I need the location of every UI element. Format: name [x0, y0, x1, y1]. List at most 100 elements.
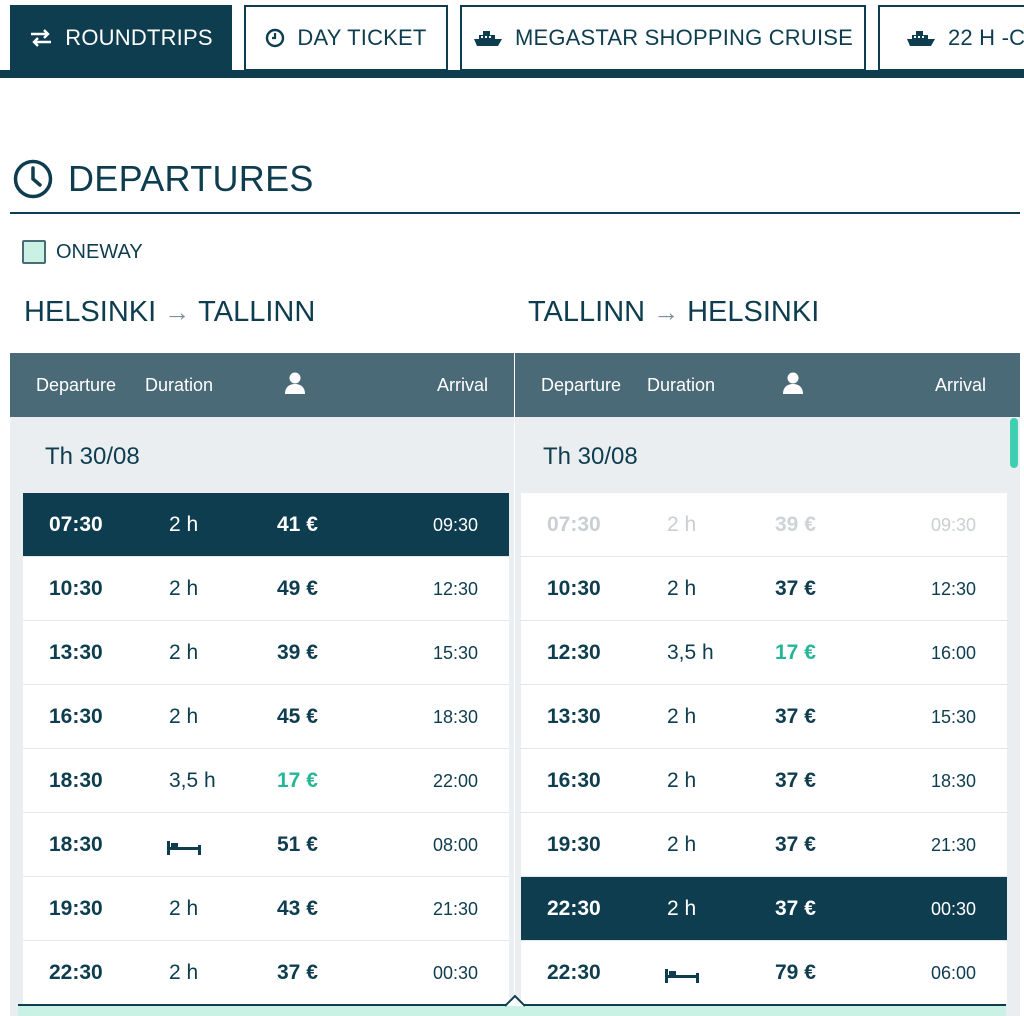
col-arrival: Arrival: [437, 375, 489, 395]
bed-icon: [665, 967, 699, 987]
arrival-time: 12:30: [931, 579, 977, 599]
price: 39 €: [775, 513, 816, 536]
departure-row[interactable]: 13:30 2 h 39 € 15:30: [23, 621, 509, 685]
price: 37 €: [277, 961, 318, 984]
col-duration: Duration: [145, 375, 214, 395]
duration: 2 h: [667, 897, 697, 920]
oneway-checkbox[interactable]: [22, 240, 46, 264]
departure-time: 22:30: [49, 961, 103, 984]
arrow-right-icon: →: [653, 297, 680, 327]
departure-time: 07:30: [49, 513, 103, 536]
duration: 3,5 h: [169, 769, 216, 792]
departure-row[interactable]: 10:30 2 h 37 € 12:30: [521, 557, 1007, 621]
arrival-time: 15:30: [433, 643, 479, 663]
scrollbar-thumb[interactable]: [1010, 418, 1018, 468]
departure-row[interactable]: 22:30 2 h 37 € 00:30: [521, 877, 1007, 941]
tab-22h-cruise[interactable]: 22 H -C: [878, 5, 1024, 71]
duration: 2 h: [169, 897, 199, 920]
duration: 2 h: [667, 833, 697, 856]
arrival-time: 00:30: [931, 899, 977, 919]
arrival-time: 09:30: [931, 515, 977, 535]
tab-megastar-shopping-cruise[interactable]: MEGASTAR SHOPPING CRUISE: [460, 5, 866, 71]
duration: 2 h: [169, 961, 199, 984]
price: 49 €: [277, 577, 318, 600]
swap-arrows-icon: [31, 29, 52, 47]
price: 37 €: [775, 833, 816, 856]
price: 43 €: [277, 897, 318, 920]
price: 45 €: [277, 705, 318, 728]
departure-time: 10:30: [547, 577, 601, 600]
duration: 2 h: [667, 513, 697, 536]
departure-row[interactable]: 16:30 2 h 37 € 18:30: [521, 749, 1007, 813]
tab-label: 22 H -C: [948, 25, 1024, 50]
date-label: Th 30/08: [45, 443, 140, 470]
departure-time: 18:30: [49, 769, 103, 792]
ship-icon: [907, 31, 935, 46]
arrival-time: 08:00: [433, 835, 479, 855]
departure-row[interactable]: 19:30 2 h 43 € 21:30: [23, 877, 509, 941]
outbound-departures-table: Departure Duration Arrival Th 30/08 07:3…: [10, 353, 514, 1016]
section-divider: [10, 212, 1020, 214]
tab-roundtrips[interactable]: ROUNDTRIPS: [10, 5, 232, 71]
arrival-time: 18:30: [931, 771, 977, 791]
arrival-time: 12:30: [433, 579, 479, 599]
oneway-label: ONEWAY: [56, 240, 143, 263]
departure-time: 16:30: [547, 769, 601, 792]
departure-row[interactable]: 18:30 51 € 08:00: [23, 813, 509, 877]
tab-day-ticket[interactable]: DAY TICKET: [244, 5, 448, 71]
duration: 2 h: [169, 705, 199, 728]
ship-icon: [473, 31, 502, 46]
tab-label: ROUNDTRIPS: [65, 25, 213, 50]
col-departure: Departure: [36, 375, 117, 395]
departure-row[interactable]: 07:30 2 h 41 € 09:30: [23, 493, 509, 557]
date-label: Th 30/08: [543, 443, 638, 470]
departure-row[interactable]: 22:30 79 € 06:00: [521, 941, 1007, 1005]
departure-row: 07:30 2 h 39 € 09:30: [521, 493, 1007, 557]
col-duration: Duration: [647, 375, 716, 395]
departure-row[interactable]: 10:30 2 h 49 € 12:30: [23, 557, 509, 621]
price: 17 €: [775, 641, 816, 664]
price: 37 €: [775, 577, 816, 600]
table-header: Departure Duration Arrival: [515, 353, 1020, 417]
price: 37 €: [775, 705, 816, 728]
departure-list: 07:30 2 h 39 € 09:30 10:30 2 h 37 € 12:30 12:30 3…: [521, 493, 1007, 1005]
departure-time: 19:30: [49, 897, 103, 920]
duration: 2 h: [667, 769, 697, 792]
departure-row[interactable]: 19:30 2 h 37 € 21:30: [521, 813, 1007, 877]
departure-row[interactable]: 18:30 3,5 h 17 € 22:00: [23, 749, 509, 813]
price: 17 €: [277, 769, 318, 792]
oneway-toggle[interactable]: ONEWAY: [22, 240, 143, 264]
departure-row[interactable]: 13:30 2 h 37 € 15:30: [521, 685, 1007, 749]
arrival-time: 06:00: [931, 963, 977, 983]
departure-time: 13:30: [49, 641, 103, 664]
route-return: TALLINN → HELSINKI: [528, 296, 819, 329]
return-departures-table: Departure Duration Arrival Th 30/08 07:3…: [515, 353, 1020, 1016]
route-to: TALLINN: [198, 296, 316, 328]
price: 37 €: [775, 897, 816, 920]
route-outbound: HELSINKI → TALLINN: [24, 296, 315, 329]
price: 37 €: [775, 769, 816, 792]
arrival-time: 09:30: [433, 515, 479, 535]
price: 41 €: [277, 513, 318, 536]
departure-list: 07:30 2 h 41 € 09:30 10:30 2 h 49 € 12:30 13:30 2…: [23, 493, 509, 1005]
departure-row[interactable]: 16:30 2 h 45 € 18:30: [23, 685, 509, 749]
departure-row[interactable]: 12:30 3,5 h 17 € 16:00: [521, 621, 1007, 685]
arrival-time: 15:30: [931, 707, 977, 727]
departures-header: DEPARTURES: [12, 158, 314, 200]
person-icon: [284, 371, 306, 400]
arrival-time: 21:30: [433, 899, 479, 919]
bed-icon: [167, 839, 201, 859]
price: 39 €: [277, 641, 318, 664]
duration: 2 h: [667, 705, 697, 728]
arrival-time: 00:30: [433, 963, 479, 983]
departure-time: 19:30: [547, 833, 601, 856]
duration: 3,5 h: [667, 641, 714, 664]
departure-row[interactable]: 22:30 2 h 37 € 00:30: [23, 941, 509, 1005]
departure-time: 07:30: [547, 513, 601, 536]
price: 51 €: [277, 833, 318, 856]
page-title: DEPARTURES: [68, 158, 314, 199]
route-to: HELSINKI: [687, 296, 820, 328]
arrival-time: 16:00: [931, 643, 977, 663]
caret-up-icon: [505, 994, 525, 1007]
col-departure: Departure: [541, 375, 622, 395]
